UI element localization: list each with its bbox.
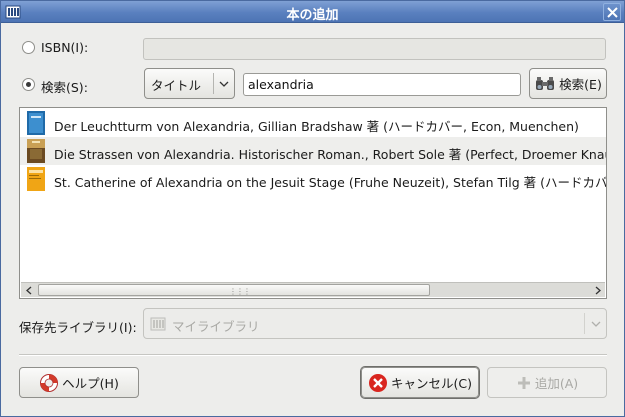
destination-library-select[interactable]: マイライブラリ [143,308,607,339]
book-cover-thumbnail [27,111,45,135]
grip-dots-icon: ⋮⋮⋮ [229,287,251,296]
lifebuoy-icon [40,373,59,392]
chevron-down-icon [219,81,229,87]
add-button[interactable]: 追加(A) [487,367,607,398]
cancel-button[interactable]: キャンセル(C) [361,367,479,398]
library-icon [150,317,166,331]
close-button[interactable] [603,3,621,21]
search-button[interactable]: 検索(E) [529,68,607,99]
isbn-label: ISBN(I): [41,40,89,55]
window-title: 本の追加 [286,8,339,23]
chevron-down-icon [591,321,601,327]
help-button-label: ヘルプ(H) [62,376,119,391]
search-field-value: タイトル [151,78,202,93]
list-item[interactable]: St. Catherine of Alexandria on the Jesui… [20,165,606,193]
separator [19,354,607,356]
book-cover-thumbnail [27,167,45,191]
scrollbar-thumb[interactable]: ⋮⋮⋮ [38,284,430,296]
chevron-left-icon [25,286,31,294]
destination-value: マイライブラリ [172,319,260,334]
search-field-select[interactable]: タイトル [144,68,235,99]
result-text: St. Catherine of Alexandria on the Jesui… [54,175,606,190]
close-icon [607,7,618,18]
cancel-button-label: キャンセル(C) [391,376,472,391]
list-item[interactable]: Die Strassen von Alexandria. Historische… [20,137,606,165]
cancel-icon [369,373,387,392]
horizontal-scrollbar[interactable]: ⋮⋮⋮ [21,282,605,297]
binoculars-icon [536,76,555,90]
results-list[interactable]: Der Leuchtturm von Alexandria, Gillian B… [19,107,607,299]
isbn-radio[interactable] [22,41,35,54]
add-book-dialog: 本の追加 ISBN(I): 検索(S): タイトル alexandria 検索(… [0,0,625,417]
add-button-label: 追加(A) [534,376,579,391]
result-text: Der Leuchtturm von Alexandria, Gillian B… [54,119,579,134]
result-text: Die Strassen von Alexandria. Historische… [54,147,606,162]
list-item[interactable]: Der Leuchtturm von Alexandria, Gillian B… [20,109,606,137]
search-button-label: 検索(E) [559,77,602,92]
help-button[interactable]: ヘルプ(H) [19,367,139,398]
search-radio[interactable] [22,78,35,91]
search-label: 検索(S): [41,80,88,95]
chevron-right-icon [595,286,601,294]
isbn-input[interactable] [143,38,606,60]
scroll-right-button[interactable] [590,283,605,297]
scroll-left-button[interactable] [21,283,36,297]
search-input[interactable]: alexandria [243,73,521,96]
plus-icon [517,376,530,389]
book-cover-thumbnail [27,139,45,163]
destination-label: 保存先ライブラリ(I): [19,320,137,335]
titlebar[interactable]: 本の追加 [1,1,624,23]
